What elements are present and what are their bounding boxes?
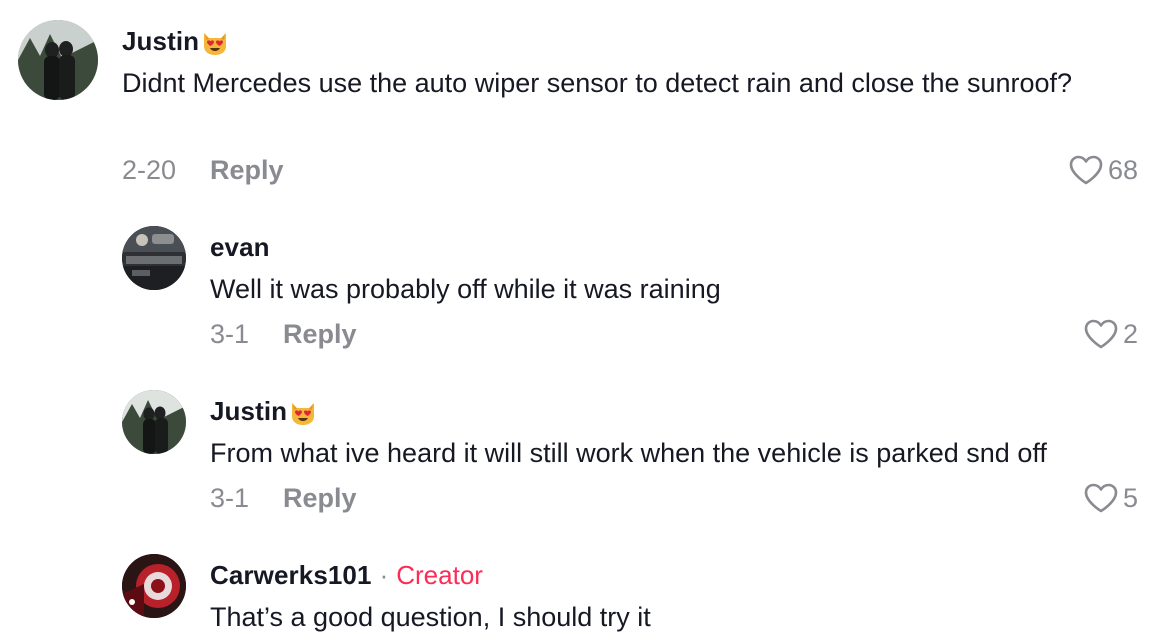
username[interactable]: evan	[210, 232, 270, 263]
avatar[interactable]	[18, 20, 98, 100]
smiling-cat-heart-eyes-icon	[289, 398, 317, 426]
username[interactable]: Justin	[210, 396, 287, 427]
avatar[interactable]	[122, 390, 186, 454]
creator-badge: Creator	[396, 560, 483, 590]
avatar[interactable]	[122, 554, 186, 618]
like-count: 5	[1122, 482, 1138, 513]
heart-outline-icon	[1084, 483, 1118, 513]
like-button[interactable]: 5	[1083, 480, 1138, 516]
reply-button[interactable]: Reply	[210, 155, 284, 186]
comment-date: 3-1	[210, 482, 250, 513]
comment-text: Didnt Mercedes use the auto wiper sensor…	[122, 68, 1073, 98]
like-button[interactable]: 68	[1068, 152, 1138, 188]
separator: ·	[379, 560, 389, 590]
heart-outline-icon	[1084, 319, 1118, 349]
comment-text: That’s a good question, I should try it	[210, 602, 651, 632]
heart-outline-icon	[1069, 155, 1103, 185]
comment-text: From what ive heard it will still work w…	[210, 438, 1047, 468]
like-count: 68	[1107, 154, 1138, 185]
smiling-cat-heart-eyes-icon	[201, 28, 229, 56]
like-button[interactable]: 2	[1083, 316, 1138, 352]
username[interactable]: Carwerks101	[210, 560, 372, 591]
avatar[interactable]	[122, 226, 186, 290]
reply-button[interactable]: Reply	[283, 319, 357, 350]
comment-date: 3-1	[210, 318, 250, 349]
like-count: 2	[1122, 318, 1138, 349]
comment-text: Well it was probably off while it was ra…	[210, 274, 721, 304]
comment-date: 2-20	[122, 154, 177, 185]
username[interactable]: Justin	[122, 26, 199, 57]
reply-button[interactable]: Reply	[283, 483, 357, 514]
